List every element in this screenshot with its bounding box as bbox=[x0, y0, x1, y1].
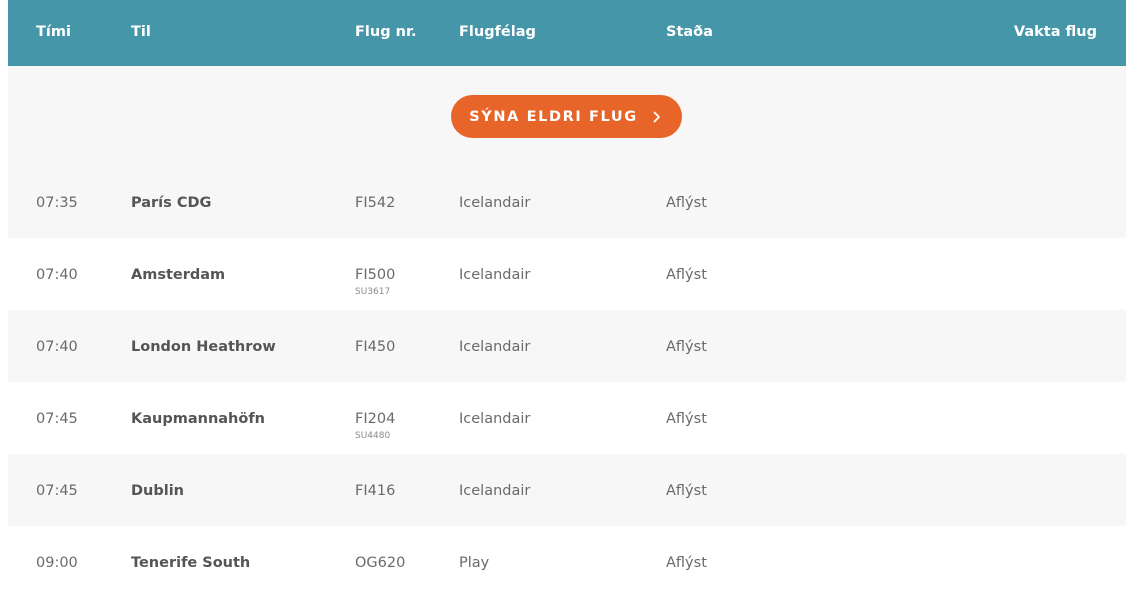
flight-time: 09:00 bbox=[36, 555, 78, 571]
header-status: Staða bbox=[666, 24, 713, 40]
flight-time: 07:45 bbox=[36, 483, 78, 499]
chevron-right-icon bbox=[653, 111, 660, 122]
show-older-flights-label: SÝNA ELDRI FLUG bbox=[469, 108, 638, 125]
flight-time: 07:40 bbox=[36, 339, 78, 355]
flight-status: Aflýst bbox=[666, 555, 707, 571]
flight-destination: Dublin bbox=[131, 483, 185, 499]
flight-row[interactable]: 07:40 London Heathrow FI450 Icelandair Aflýs… bbox=[8, 310, 1126, 382]
flight-row[interactable]: 07:45 Dublin FI416 Icelandair Aflýst bbox=[8, 454, 1126, 526]
header-airline: Flugfélag bbox=[459, 24, 536, 40]
codeshare-flight-number: SU3617 bbox=[355, 287, 391, 297]
flight-status: Aflýst bbox=[666, 483, 707, 499]
flight-status: Aflýst bbox=[666, 267, 707, 283]
header-flight-no: Flug nr. bbox=[355, 24, 417, 40]
flight-number: OG620 bbox=[355, 555, 406, 571]
flight-number: FI450 bbox=[355, 339, 396, 355]
flight-destination: London Heathrow bbox=[131, 339, 276, 355]
flight-row[interactable]: 07:35 París CDG FI542 Icelandair Aflýst bbox=[8, 166, 1126, 238]
header-destination: Til bbox=[131, 24, 151, 40]
flight-destination: Tenerife South bbox=[131, 555, 251, 571]
flight-list: 07:35 París CDG FI542 Icelandair Aflýst 07:40… bbox=[8, 166, 1126, 598]
flight-time: 07:45 bbox=[36, 411, 78, 427]
flight-airline: Icelandair bbox=[459, 195, 531, 211]
flight-number: FI416 bbox=[355, 483, 396, 499]
older-flights-bar: SÝNA ELDRI FLUG bbox=[8, 66, 1126, 166]
flight-airline: Icelandair bbox=[459, 339, 531, 355]
flight-row[interactable]: 07:45 Kaupmannahöfn FI204 Icelandair Aflýst S… bbox=[8, 382, 1126, 454]
flight-airline: Icelandair bbox=[459, 411, 531, 427]
header-time: Tími bbox=[36, 24, 71, 40]
table-header: Tími Til Flug nr. Flugfélag Staða Vakta … bbox=[8, 0, 1126, 66]
codeshare-flight-number: SU4480 bbox=[355, 431, 391, 441]
flight-status: Aflýst bbox=[666, 339, 707, 355]
flight-status: Aflýst bbox=[666, 411, 707, 427]
flight-time: 07:35 bbox=[36, 195, 78, 211]
flight-number: FI500 bbox=[355, 267, 396, 283]
flight-airline: Icelandair bbox=[459, 483, 531, 499]
departures-board: Tími Til Flug nr. Flugfélag Staða Vakta … bbox=[8, 0, 1126, 600]
flight-time: 07:40 bbox=[36, 267, 78, 283]
flight-number: FI542 bbox=[355, 195, 396, 211]
flight-airline: Play bbox=[459, 555, 490, 571]
show-older-flights-button[interactable]: SÝNA ELDRI FLUG bbox=[451, 95, 682, 138]
flight-row[interactable]: 07:40 Amsterdam FI500 Icelandair Aflýst SU361… bbox=[8, 238, 1126, 310]
flight-destination: Amsterdam bbox=[131, 267, 226, 283]
flight-row[interactable]: 09:00 Tenerife South OG620 Play Aflýst bbox=[8, 526, 1126, 598]
header-watch-flight: Vakta flug bbox=[1013, 24, 1097, 40]
flight-destination: París CDG bbox=[131, 195, 212, 211]
flight-destination: Kaupmannahöfn bbox=[131, 411, 265, 427]
flight-number: FI204 bbox=[355, 411, 396, 427]
flight-status: Aflýst bbox=[666, 195, 707, 211]
flight-airline: Icelandair bbox=[459, 267, 531, 283]
